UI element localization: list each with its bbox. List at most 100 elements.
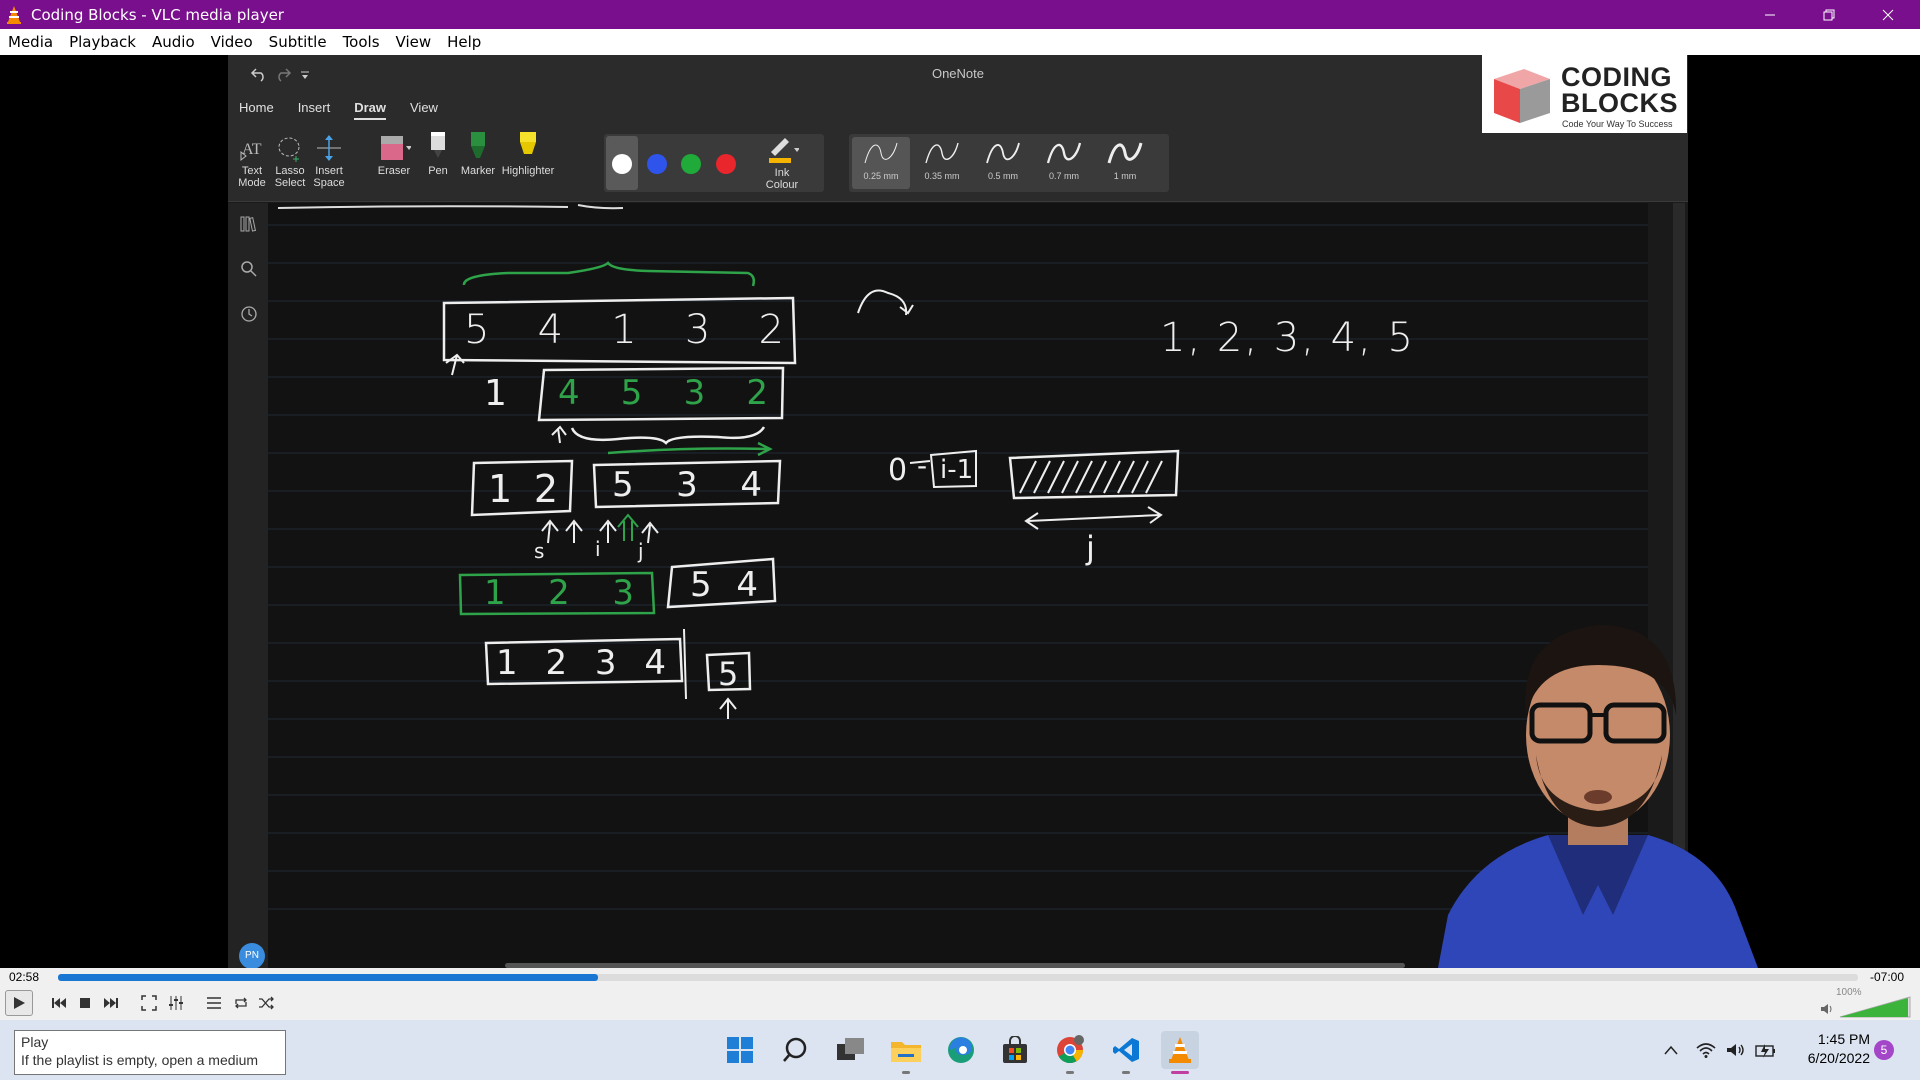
restore-button[interactable] <box>1800 0 1858 29</box>
shuffle-icon <box>259 996 274 1010</box>
insert-space-icon <box>317 135 341 161</box>
close-button[interactable] <box>1859 0 1917 29</box>
tab-draw[interactable]: Draw <box>354 100 386 120</box>
presenter-webcam <box>1438 625 1758 968</box>
row5-left: 1 2 3 4 <box>496 643 666 683</box>
color-white-swatch[interactable] <box>612 154 632 174</box>
elapsed-time: 02:58 <box>9 970 40 984</box>
row3-left: 1 2 <box>488 467 558 511</box>
wifi-icon <box>1696 1043 1716 1058</box>
vlc-taskbar-button[interactable] <box>1161 1031 1199 1069</box>
windows-start-icon <box>727 1037 753 1063</box>
shuffle-button[interactable] <box>255 992 277 1014</box>
menu-video[interactable]: Video <box>203 33 261 51</box>
range-j: j <box>1086 529 1095 567</box>
menu-help[interactable]: Help <box>439 33 489 51</box>
vlc-cone-icon <box>7 5 21 24</box>
logo-tagline: Code Your Way To Success <box>1562 119 1673 129</box>
row4-right: 5 4 <box>690 565 758 605</box>
wifi-button[interactable] <box>1694 1037 1718 1063</box>
loop-button[interactable] <box>230 992 252 1014</box>
battery-charging-icon <box>1755 1044 1775 1058</box>
notification-badge[interactable]: 5 <box>1874 1040 1894 1060</box>
pen-size-05[interactable]: 0.5 mm <box>974 137 1032 189</box>
minimize-icon <box>1765 14 1775 15</box>
menu-bar: Media Playback Audio Video Subtitle Tool… <box>0 29 1920 55</box>
taskbar-search-button[interactable] <box>776 1031 814 1069</box>
store-button[interactable] <box>996 1031 1034 1069</box>
color-red-swatch[interactable] <box>716 154 736 174</box>
marker-button[interactable]: Marker <box>454 132 502 177</box>
minimize-button[interactable] <box>1741 0 1799 29</box>
tab-view[interactable]: View <box>410 100 438 120</box>
menu-media[interactable]: Media <box>0 33 61 51</box>
menu-audio[interactable]: Audio <box>144 33 203 51</box>
controls-row: 100% <box>0 986 1920 1020</box>
task-view-button[interactable] <box>832 1031 870 1069</box>
marker-icon <box>471 132 485 158</box>
menu-playback[interactable]: Playback <box>61 33 144 51</box>
notebooks-icon[interactable] <box>240 215 258 233</box>
pen-size-025[interactable]: 0.25 mm <box>852 137 910 189</box>
store-icon <box>1003 1036 1027 1063</box>
show-hidden-icons-button[interactable] <box>1660 1037 1682 1063</box>
pen-size-07[interactable]: 0.7 mm <box>1035 137 1093 189</box>
eraser-button[interactable]: Eraser <box>370 132 418 177</box>
video-area[interactable]: OneNote Home Insert Draw View AT Text Mo… <box>0 55 1920 968</box>
fullscreen-button[interactable] <box>138 992 160 1014</box>
seek-bar[interactable] <box>58 974 1858 981</box>
color-blue-swatch[interactable] <box>647 154 667 174</box>
play-button[interactable] <box>5 990 33 1016</box>
edge-button[interactable] <box>942 1031 980 1069</box>
search-icon[interactable] <box>240 260 258 278</box>
volume-slider[interactable] <box>1838 996 1912 1018</box>
extended-settings-button[interactable] <box>165 992 187 1014</box>
user-avatar[interactable]: PN <box>239 943 265 968</box>
stroke-1-icon <box>1107 142 1143 164</box>
previous-button[interactable] <box>48 992 70 1014</box>
loop-icon <box>235 997 247 1009</box>
stroke-025-icon <box>864 142 898 164</box>
next-icon <box>104 998 118 1008</box>
row5-right: 5 <box>718 655 739 693</box>
seek-row: 02:58 -07:00 <box>0 968 1920 986</box>
coding-blocks-logo: CODING BLOCKS Code Your Way To Success <box>1482 55 1687 133</box>
battery-button[interactable] <box>1754 1037 1778 1063</box>
stroke-07-icon <box>1046 142 1082 164</box>
tab-insert[interactable]: Insert <box>298 100 331 120</box>
chrome-button[interactable] <box>1051 1031 1089 1069</box>
volume-tray-button[interactable] <box>1724 1037 1748 1063</box>
system-clock[interactable]: 1:45 PM 6/20/2022 <box>1790 1030 1870 1068</box>
play-icon <box>14 997 25 1009</box>
row2-box: 4 5 3 2 <box>558 373 768 413</box>
insert-space-button[interactable]: Insert Space <box>305 132 353 189</box>
recent-history-icon[interactable] <box>240 305 258 323</box>
range-i-minus-1: i-1 <box>940 455 974 485</box>
file-explorer-button[interactable] <box>887 1031 925 1069</box>
vscode-button[interactable] <box>1107 1031 1145 1069</box>
eraser-icon <box>381 136 411 160</box>
label-i: i <box>595 537 601 561</box>
menu-subtitle[interactable]: Subtitle <box>261 33 335 51</box>
tab-home[interactable]: Home <box>239 100 274 120</box>
onenote-title-bar: OneNote <box>228 55 1688 92</box>
onenote-sidebar: PN <box>228 203 268 968</box>
ink-color-group: Ink Colour <box>604 134 824 192</box>
ink-colour-button[interactable]: Ink Colour <box>758 134 806 191</box>
menu-view[interactable]: View <box>388 33 440 51</box>
label-j: j <box>638 539 644 563</box>
tooltip-message: If the playlist is empty, open a medium <box>21 1052 259 1068</box>
next-button[interactable] <box>100 992 122 1014</box>
pen-size-1[interactable]: 1 mm <box>1096 137 1154 189</box>
playlist-button[interactable] <box>203 992 225 1014</box>
speaker-icon[interactable] <box>1820 1002 1834 1016</box>
taskbar-search-icon <box>783 1037 807 1062</box>
color-green-swatch[interactable] <box>681 154 701 174</box>
pen-size-035[interactable]: 0.35 mm <box>913 137 971 189</box>
menu-tools[interactable]: Tools <box>335 33 388 51</box>
stop-button[interactable] <box>74 992 96 1014</box>
play-tooltip: Play If the playlist is empty, open a me… <box>14 1030 286 1075</box>
start-button[interactable] <box>721 1031 759 1069</box>
restore-icon <box>1823 9 1835 20</box>
highlighter-button[interactable]: Highlighter <box>498 132 558 177</box>
